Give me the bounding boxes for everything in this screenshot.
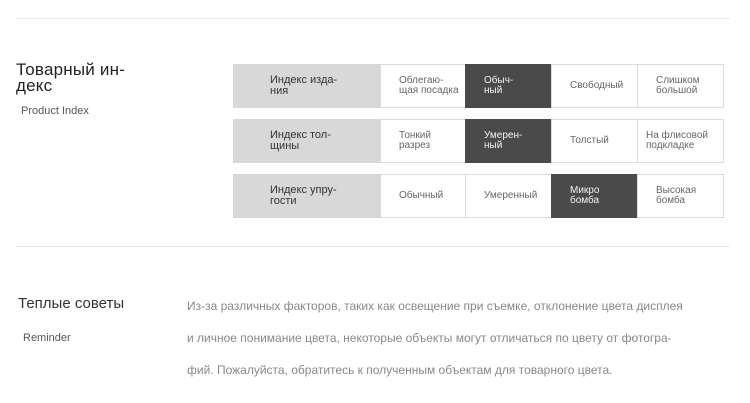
row-label: Индекс упру- гости	[233, 174, 381, 218]
reminder-text: Из-за различных факторов, таких как осве…	[187, 290, 735, 386]
reminder-line: Из-за различных факторов, таких как осве…	[187, 299, 683, 313]
index-row-elasticity: Индекс упру- гости Обычный Умеренный Мик…	[233, 174, 724, 218]
index-row-thickness: Индекс тол- щины Тонкий разрез Умерен- н…	[233, 119, 724, 163]
row-label: Индекс тол- щины	[233, 119, 381, 163]
option-cell: Свободный	[551, 64, 638, 108]
reminder-line: и личное понимание цвета, некоторые объе…	[187, 331, 672, 345]
option-cell: Обычный	[380, 174, 466, 218]
option-cell: Облегаю- щая посадка	[380, 64, 466, 108]
top-divider	[16, 18, 730, 19]
option-cell: Умеренный	[465, 174, 552, 218]
reminder-subtitle: Reminder	[23, 332, 71, 344]
option-cell-selected: Микро бомба	[551, 174, 638, 218]
reminder-line: фий. Пожалуйста, обратитесь к полученным…	[187, 363, 613, 377]
row-label: Индекс изда- ния	[233, 64, 381, 108]
section-divider	[16, 246, 730, 247]
index-row-fit: Индекс изда- ния Облегаю- щая посадка Об…	[233, 64, 724, 108]
option-cell-selected: Обыч- ный	[465, 64, 552, 108]
option-cell: Высокая бомба	[637, 174, 724, 218]
reminder-title: Теплые советы	[18, 295, 125, 312]
option-cell: На флисовой подкладке	[637, 119, 724, 163]
option-cell: Слишком большой	[637, 64, 724, 108]
product-index-table: Индекс изда- ния Облегаю- щая посадка Об…	[233, 64, 724, 229]
product-index-title: Товарный ин- декс	[16, 60, 126, 95]
product-index-subtitle: Product Index	[21, 105, 89, 117]
option-cell: Тонкий разрез	[380, 119, 466, 163]
option-cell-selected: Умерен- ный	[465, 119, 552, 163]
option-cell: Толстый	[551, 119, 638, 163]
